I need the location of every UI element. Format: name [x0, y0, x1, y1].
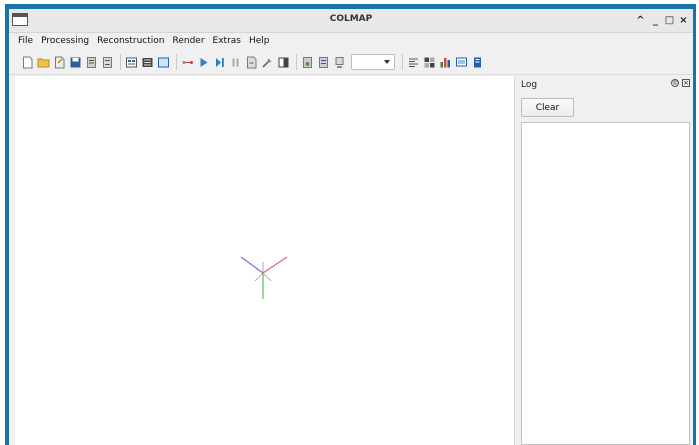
menu-bar: File Processing Reconstruction Render Ex… [9, 33, 693, 49]
colmap-window: COLMAP ^ _ □ × File Processing Reconstru… [9, 9, 693, 445]
toolbar-separator [176, 54, 177, 70]
menu-file[interactable]: File [14, 33, 37, 49]
render-options-icon[interactable] [301, 55, 314, 69]
title-bar[interactable]: COLMAP ^ _ □ × [9, 9, 693, 33]
axis-x-shadow-line [254, 272, 264, 282]
menu-reconstruction[interactable]: Reconstruction [93, 33, 168, 49]
import-model-icon[interactable] [85, 55, 98, 69]
reconstruction-start-icon[interactable] [181, 55, 194, 69]
menu-render[interactable]: Render [168, 33, 208, 49]
coordinate-axes [240, 256, 288, 299]
log-icon[interactable] [407, 55, 420, 69]
chevron-down-icon [384, 60, 390, 64]
float-dock-icon[interactable]: ◎ [671, 79, 679, 87]
log-dock-panel: Log ◎ × Clear [519, 76, 693, 445]
toolbar-separator [296, 54, 297, 70]
minimize-button[interactable]: _ [649, 13, 662, 27]
reset-view-icon[interactable] [333, 55, 346, 69]
clear-log-button[interactable]: Clear [521, 98, 574, 117]
play-icon[interactable] [197, 55, 210, 69]
render-toggle-icon[interactable] [317, 55, 330, 69]
bundle-adjustment-icon[interactable] [261, 55, 274, 69]
documentation-icon[interactable] [471, 55, 484, 69]
close-dock-icon[interactable]: × [682, 79, 690, 87]
edit-project-icon[interactable] [53, 55, 66, 69]
feature-matching-icon[interactable] [157, 55, 170, 69]
statistics-icon[interactable] [439, 55, 452, 69]
undistort-icon[interactable] [455, 55, 468, 69]
menu-processing[interactable]: Processing [37, 33, 93, 49]
menu-help[interactable]: Help [245, 33, 274, 49]
menu-extras[interactable]: Extras [209, 33, 245, 49]
restore-button[interactable]: □ [663, 13, 676, 27]
axis-z-line [240, 256, 264, 274]
toolbar-separator [120, 54, 121, 70]
open-project-icon[interactable] [37, 55, 50, 69]
axis-z-shadow-line [262, 272, 272, 282]
save-project-icon[interactable] [69, 55, 82, 69]
pause-icon[interactable] [229, 55, 242, 69]
toolbar [9, 50, 693, 75]
axis-x-line [262, 256, 288, 274]
database-icon[interactable] [125, 55, 138, 69]
step-icon[interactable] [213, 55, 226, 69]
log-text-area[interactable] [521, 122, 690, 445]
export-model-icon[interactable] [101, 55, 114, 69]
feature-extraction-icon[interactable] [141, 55, 154, 69]
match-matrix-icon[interactable] [423, 55, 436, 69]
desktop: COLMAP ^ _ □ × File Processing Reconstru… [0, 0, 699, 445]
toolbar-separator [402, 54, 403, 70]
log-panel-title: Log [521, 80, 538, 90]
reconstruction-viewport[interactable] [15, 76, 515, 445]
render-mode-combobox[interactable] [351, 54, 395, 70]
reset-icon[interactable] [245, 55, 258, 69]
new-project-icon[interactable] [21, 55, 34, 69]
window-title: COLMAP [329, 14, 373, 24]
dense-reconstruction-icon[interactable] [277, 55, 290, 69]
maximize-button[interactable]: ^ [634, 13, 647, 27]
close-button[interactable]: × [677, 13, 690, 27]
